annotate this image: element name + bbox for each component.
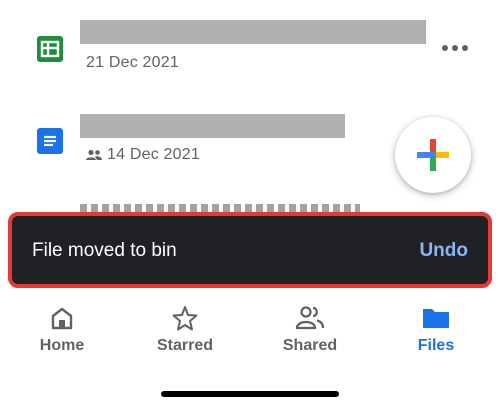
bottom-navigation: Home Starred Shared Files <box>0 295 500 375</box>
star-icon <box>172 305 198 336</box>
file-date: 21 Dec 2021 <box>86 54 179 71</box>
new-file-fab[interactable] <box>395 117 471 193</box>
shared-people-icon <box>86 148 102 166</box>
folder-icon <box>421 305 451 336</box>
nav-item-starred[interactable]: Starred <box>135 295 235 365</box>
snackbar-message: File moved to bin <box>32 240 177 261</box>
nav-item-shared[interactable]: Shared <box>260 295 360 365</box>
nav-label-shared: Shared <box>282 337 338 354</box>
redacted-file-name <box>80 20 426 44</box>
file-row[interactable]: 21 Dec 2021 <box>0 0 500 90</box>
plus-icon <box>417 139 449 171</box>
nav-label-starred: Starred <box>156 337 214 354</box>
sheets-file-icon <box>37 36 63 62</box>
redacted-file-name <box>80 114 345 138</box>
nav-item-home[interactable]: Home <box>12 295 112 365</box>
home-indicator[interactable] <box>161 391 339 397</box>
nav-label-files: Files <box>417 337 455 354</box>
more-options-icon[interactable] <box>440 40 470 51</box>
people-icon <box>295 305 325 336</box>
nav-item-files[interactable]: Files <box>386 295 486 365</box>
file-date: 14 Dec 2021 <box>107 146 200 163</box>
home-icon <box>49 305 75 336</box>
snackbar: File moved to bin Undo <box>8 212 492 288</box>
nav-label-home: Home <box>39 337 85 354</box>
docs-file-icon <box>37 128 63 154</box>
undo-button[interactable]: Undo <box>419 240 468 262</box>
